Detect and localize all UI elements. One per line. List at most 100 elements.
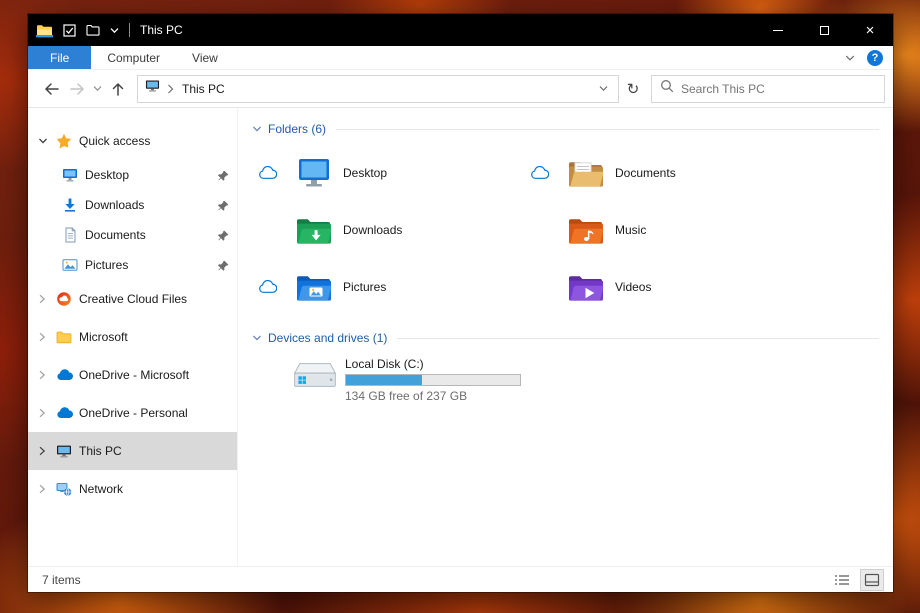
titlebar: This PC × — [28, 14, 893, 46]
documents-icon — [62, 227, 79, 243]
desktop-background: This PC × File Computer View ? This PC ↻… — [0, 0, 920, 613]
sidebar-item-downloads[interactable]: Downloads — [28, 190, 237, 220]
sidebar-item-desktop[interactable]: Desktop — [28, 160, 237, 190]
folder-tile-music[interactable]: Music — [524, 201, 796, 258]
quick-access-toolbar: This PC — [28, 23, 183, 38]
chevron-right-icon[interactable] — [38, 294, 56, 304]
sidebar-item-quick-access[interactable]: Quick access — [28, 122, 237, 160]
sidebar-item-network[interactable]: Network — [28, 470, 237, 508]
chevron-right-icon[interactable] — [38, 370, 56, 380]
thumbnails-view-icon[interactable] — [860, 568, 884, 591]
hard-drive-icon — [292, 357, 338, 393]
chevron-right-icon[interactable] — [38, 446, 56, 456]
folder-icon — [56, 329, 73, 345]
devices-group-header: Devices and drives (1) — [238, 327, 893, 349]
downloads-icon — [62, 197, 79, 213]
search-icon — [660, 79, 674, 98]
creative-cloud-icon — [56, 291, 73, 307]
tab-view[interactable]: View — [176, 46, 234, 69]
pin-icon — [218, 200, 229, 211]
chevron-right-icon[interactable] — [38, 484, 56, 494]
refresh-button[interactable]: ↻ — [619, 76, 647, 102]
drive-tile-local-disk-c[interactable]: Local Disk (C:) 134 GB free of 237 GB — [292, 357, 592, 403]
search-box[interactable] — [651, 74, 885, 103]
folders-group-header: Folders (6) — [238, 118, 893, 140]
videos-folder-icon — [566, 270, 606, 304]
desktop-folder-icon — [294, 156, 334, 190]
disk-usage-bar — [345, 374, 521, 386]
ribbon-tab-row: File Computer View ? — [28, 46, 893, 70]
items-count: 7 items — [42, 572, 81, 587]
sidebar-item-onedrive-microsoft[interactable]: OneDrive - Microsoft — [28, 356, 237, 394]
sidebar-item-onedrive-personal[interactable]: OneDrive - Personal — [28, 394, 237, 432]
network-icon — [56, 481, 73, 497]
quick-access-star-icon — [56, 133, 73, 149]
group-collapse-icon[interactable] — [252, 124, 262, 134]
music-folder-icon — [566, 213, 606, 247]
help-icon[interactable]: ? — [867, 49, 883, 66]
folder-tile-desktop[interactable]: Desktop — [252, 144, 524, 201]
tab-file[interactable]: File — [28, 46, 92, 69]
sidebar-item-pictures[interactable]: Pictures — [28, 250, 237, 280]
pictures-icon — [62, 257, 79, 273]
close-icon: × — [865, 21, 875, 39]
status-bar: 7 items — [28, 566, 893, 592]
address-bar[interactable]: This PC — [137, 74, 619, 103]
forward-button[interactable] — [64, 76, 90, 102]
desktop-icon — [62, 167, 79, 183]
window-title: This PC — [140, 23, 183, 37]
back-button[interactable] — [38, 76, 64, 102]
tab-computer[interactable]: Computer — [91, 46, 176, 69]
close-button[interactable]: × — [847, 14, 893, 46]
details-view-icon[interactable] — [831, 570, 853, 590]
onedrive-icon — [56, 369, 73, 381]
breadcrumb-location[interactable]: This PC — [182, 82, 225, 96]
sidebar-item-creative-cloud-files[interactable]: Creative Cloud Files — [28, 280, 237, 318]
group-title[interactable]: Folders (6) — [268, 122, 326, 136]
maximize-button[interactable] — [801, 14, 847, 46]
pictures-folder-icon — [294, 270, 334, 304]
ribbon-expand-icon[interactable] — [845, 49, 855, 67]
breadcrumb-chevron-icon[interactable] — [167, 84, 174, 94]
minimize-icon — [773, 29, 783, 31]
folder-tile-videos[interactable]: Videos — [524, 258, 796, 315]
disk-usage-fill — [346, 375, 422, 385]
window-controls: × — [755, 14, 893, 46]
sidebar-item-this-pc[interactable]: This PC — [28, 432, 237, 470]
qat-new-folder-icon[interactable] — [86, 24, 100, 36]
search-input[interactable] — [681, 81, 876, 96]
onedrive-icon — [56, 407, 73, 419]
drive-label: Local Disk (C:) — [345, 357, 424, 371]
folders-grid: Desktop Documents Downloads Music Pictur… — [252, 144, 893, 315]
up-button[interactable] — [105, 76, 131, 102]
sidebar-item-documents[interactable]: Documents — [28, 220, 237, 250]
pin-icon — [218, 260, 229, 271]
group-title[interactable]: Devices and drives (1) — [268, 331, 387, 345]
navigation-pane: Quick access Desktop Downloads Documents… — [28, 108, 238, 566]
qat-customize-dropdown-icon[interactable] — [110, 27, 119, 34]
titlebar-separator — [129, 23, 130, 37]
chevron-right-icon[interactable] — [38, 408, 56, 418]
qat-properties-icon[interactable] — [63, 23, 76, 37]
minimize-button[interactable] — [755, 14, 801, 46]
maximize-icon — [819, 25, 829, 35]
explorer-app-icon — [36, 23, 53, 38]
group-rule — [397, 337, 879, 339]
folder-tile-documents[interactable]: Documents — [524, 144, 796, 201]
pin-icon — [218, 170, 229, 181]
folder-tile-pictures[interactable]: Pictures — [252, 258, 524, 315]
group-collapse-icon[interactable] — [252, 333, 262, 343]
this-pc-icon — [56, 443, 73, 459]
pin-icon — [218, 230, 229, 241]
chevron-down-icon[interactable] — [38, 136, 56, 146]
folder-tile-downloads[interactable]: Downloads — [252, 201, 524, 258]
documents-folder-icon — [566, 156, 606, 190]
group-rule — [336, 128, 879, 130]
sidebar-item-microsoft[interactable]: Microsoft — [28, 318, 237, 356]
address-location-icon — [145, 79, 160, 98]
chevron-right-icon[interactable] — [38, 332, 56, 342]
downloads-folder-icon — [294, 213, 334, 247]
navigation-bar: This PC ↻ — [28, 70, 893, 108]
recent-locations-dropdown-icon[interactable] — [90, 76, 105, 102]
address-dropdown-icon[interactable] — [593, 85, 614, 92]
